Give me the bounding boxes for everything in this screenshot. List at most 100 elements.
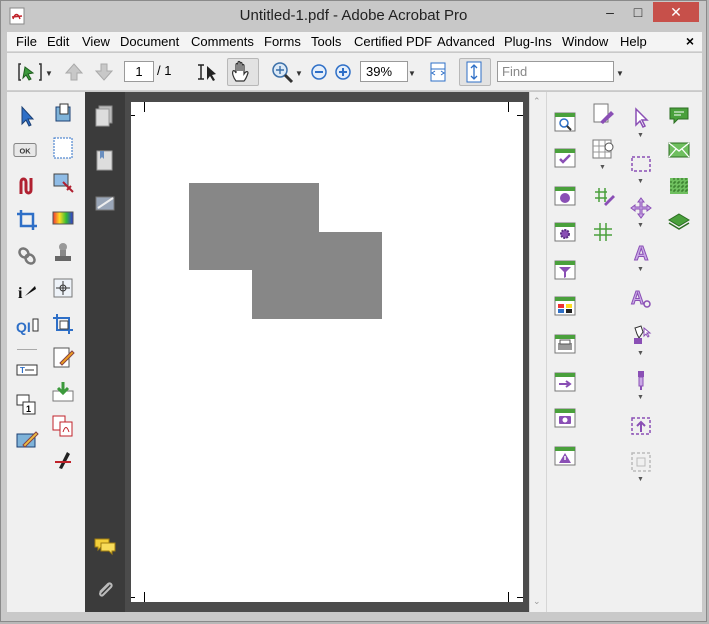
warning-panel-icon[interactable] [553, 444, 577, 468]
menu-help[interactable]: Help [620, 34, 647, 49]
scroll-down-arrow-icon[interactable]: ⌄ [533, 596, 541, 607]
menu-view[interactable]: View [82, 34, 110, 49]
guides-grid-icon[interactable] [591, 220, 615, 244]
comments-icon[interactable] [93, 534, 117, 558]
grid-calendar-dropdown-arrow[interactable]: ▼ [599, 164, 606, 171]
previous-page-icon[interactable] [63, 60, 85, 84]
pen-nib-icon[interactable] [629, 324, 653, 348]
edit-page-pen-icon[interactable] [591, 102, 615, 126]
guide-pen-icon[interactable] [591, 184, 615, 208]
maximize-button[interactable]: □ [625, 2, 651, 22]
sticky-note-icon[interactable] [667, 104, 691, 128]
checker-pattern-icon[interactable] [667, 174, 691, 198]
scroll-up-arrow-icon[interactable]: ⌃ [533, 96, 541, 107]
menu-certified-pdf[interactable]: Certified PDF [354, 34, 432, 49]
menu-forms[interactable]: Forms [264, 34, 301, 49]
fit-width-icon[interactable] [427, 60, 449, 84]
select-tool-dropdown-arrow[interactable]: ▼ [637, 132, 644, 139]
menu-file[interactable]: File [16, 34, 37, 49]
zoom-out-icon[interactable] [309, 60, 329, 84]
menu-window[interactable]: Window [562, 34, 608, 49]
crop-pages-icon[interactable] [51, 312, 75, 336]
move-dropdown-arrow[interactable]: ▼ [637, 222, 644, 229]
attach-link-icon[interactable] [15, 244, 39, 268]
vertical-scrollbar[interactable]: ⌃ ⌄ [529, 92, 546, 612]
stamp-tool-icon[interactable] [51, 240, 75, 264]
next-page-icon[interactable] [93, 60, 115, 84]
zoom-level-field[interactable]: 39% [360, 61, 408, 82]
text-search-a-icon[interactable]: A [629, 286, 653, 310]
grid-calendar-icon[interactable] [591, 138, 615, 162]
color-swatch-icon[interactable] [51, 206, 75, 230]
menu-edit[interactable]: Edit [47, 34, 69, 49]
preflight-icon[interactable] [553, 110, 577, 134]
menu-bar: File Edit View Document Comments Forms T… [7, 32, 702, 52]
crop-mark-top-left [135, 102, 145, 112]
layers-icon[interactable] [667, 210, 691, 234]
export-arrow-icon[interactable] [553, 370, 577, 394]
move-tool-icon[interactable] [629, 196, 653, 220]
create-pdf-icon[interactable] [17, 60, 43, 84]
hand-tool-button[interactable] [227, 58, 259, 86]
select-purple-arrow-icon[interactable] [629, 106, 653, 130]
zoom-in-icon[interactable] [333, 60, 353, 84]
menu-plug-ins[interactable]: Plug-Ins [504, 34, 552, 49]
qr-code-icon[interactable]: QI [15, 314, 39, 338]
globe-panel-icon[interactable] [553, 184, 577, 208]
camera-panel-icon[interactable] [553, 406, 577, 430]
redact-marker-icon[interactable] [51, 448, 75, 472]
text-field-icon[interactable] [51, 136, 75, 160]
form-edit-icon[interactable] [15, 428, 39, 452]
typography-dropdown-arrow[interactable]: ▼ [637, 266, 644, 273]
eyedropper-dropdown-arrow[interactable]: ▼ [637, 394, 644, 401]
disabled-frame-icon [629, 450, 653, 474]
menu-tools[interactable]: Tools [311, 34, 341, 49]
number-field-icon[interactable]: 1 [15, 392, 39, 416]
color-separations-icon[interactable] [553, 294, 577, 318]
gray-rectangle-lower[interactable] [252, 232, 382, 319]
select-object-icon[interactable] [15, 104, 39, 128]
find-dropdown-arrow[interactable]: ▼ [616, 69, 624, 78]
marquee-select-icon[interactable] [629, 152, 653, 176]
filter-panel-icon[interactable] [553, 258, 577, 282]
zoom-tool-dropdown-arrow[interactable]: ▼ [295, 69, 303, 78]
settings-panel-icon[interactable] [553, 220, 577, 244]
find-input[interactable]: Find [497, 61, 614, 82]
minimize-button[interactable]: – [597, 2, 623, 22]
bookmarks-icon[interactable] [93, 148, 117, 172]
typography-a-icon[interactable]: A [629, 240, 653, 265]
link-tool-icon[interactable] [15, 174, 39, 198]
select-text-icon[interactable] [195, 60, 219, 84]
create-dropdown-arrow[interactable]: ▼ [45, 69, 53, 78]
target-crosshair-icon[interactable] [51, 276, 75, 300]
marquee-dropdown-arrow[interactable]: ▼ [637, 178, 644, 185]
menu-document[interactable]: Document [120, 34, 179, 49]
document-close-button[interactable]: × [686, 33, 694, 49]
page-number-input[interactable]: 1 [124, 61, 154, 82]
touch-up-object-icon[interactable] [51, 102, 75, 126]
import-download-icon[interactable] [51, 380, 75, 404]
crop-tool-icon[interactable] [15, 208, 39, 232]
combine-pdf-icon[interactable] [51, 414, 75, 438]
menu-comments[interactable]: Comments [191, 34, 254, 49]
eyedropper-icon[interactable] [629, 368, 653, 392]
crop-mark-top-left-h [131, 106, 135, 116]
close-button[interactable]: ✕ [653, 2, 699, 22]
checkmark-panel-icon[interactable] [553, 146, 577, 170]
pages-icon[interactable] [93, 104, 117, 128]
fit-page-button[interactable] [459, 58, 491, 86]
signatures-icon[interactable] [93, 192, 117, 216]
crop-image-icon[interactable] [51, 170, 75, 194]
button-tool-icon[interactable]: OK [13, 138, 39, 162]
pen-dropdown-arrow[interactable]: ▼ [637, 350, 644, 357]
text-box-icon[interactable]: T [15, 358, 39, 382]
print-production-icon[interactable] [553, 332, 577, 356]
upload-marquee-icon[interactable] [629, 414, 653, 438]
zoom-tool-icon[interactable] [269, 60, 295, 84]
menu-advanced[interactable]: Advanced [437, 34, 495, 49]
edit-document-icon[interactable] [51, 346, 75, 370]
attachments-icon[interactable] [93, 578, 117, 602]
zoom-level-dropdown-arrow[interactable]: ▼ [408, 69, 416, 78]
envelope-icon[interactable] [667, 138, 691, 162]
javascript-debugger-icon[interactable]: i [15, 280, 39, 304]
